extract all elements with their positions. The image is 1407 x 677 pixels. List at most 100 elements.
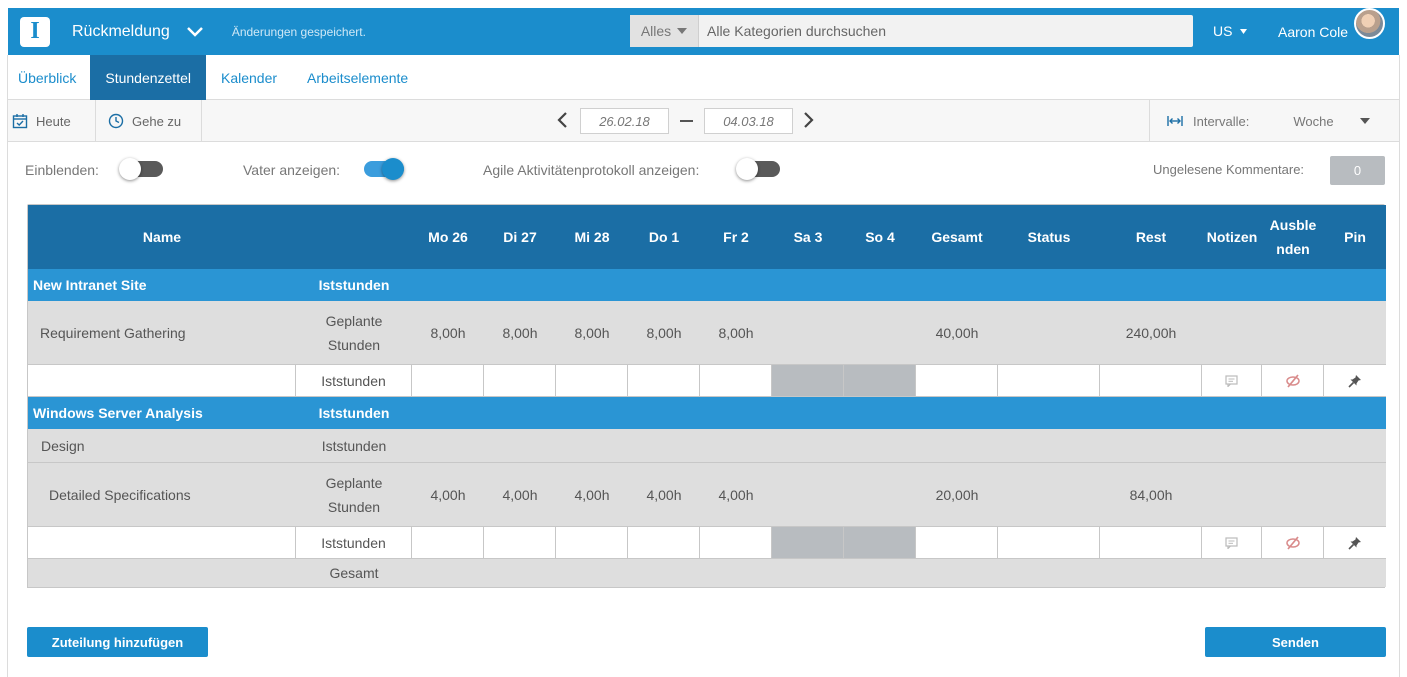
avatar[interactable] [1354,8,1385,39]
next-week-button[interactable] [801,110,815,135]
save-status: Änderungen gespeichert. [231,24,366,39]
actual-hours-row: Iststunden [28,527,1386,559]
interval-control[interactable]: Intervalle: Woche [1167,100,1370,142]
column-name[interactable]: Name [28,205,296,269]
task-name[interactable]: Requirement Gathering [40,301,186,364]
tab-timesheet[interactable]: Stundenzettel [90,55,206,100]
interval-icon [1167,116,1183,126]
date-from-field[interactable]: 26.02.18 [580,108,669,134]
hide-button[interactable] [1262,365,1324,396]
actual-total-cell [916,527,998,558]
parent-toggle[interactable] [360,158,404,180]
add-allocation-button[interactable]: Zuteilung hinzufügen [27,627,208,657]
actual-hours-spacer [28,527,296,558]
show-toggle[interactable] [119,158,163,180]
column-day: Do 1 [648,229,680,245]
actual-hours-input[interactable] [556,365,628,396]
app-logo[interactable]: I [20,16,50,47]
project-row[interactable]: Windows Server Analysis Iststunden [28,397,1386,429]
planned-hours: 8,00h [430,324,466,341]
actual-hours-input[interactable] [628,365,700,396]
planned-hours: 8,00h [718,324,754,341]
options-row: Einblenden: Vater anzeigen: Agile Aktivi… [8,142,1399,200]
hide-icon [1285,535,1300,550]
toolbar-divider [1149,100,1150,142]
search-box: Alles [630,15,1193,47]
pin-button[interactable] [1324,527,1386,558]
subgroup-name[interactable]: Design [41,429,85,462]
search-input[interactable] [699,15,1193,47]
planned-hours: 4,00h [502,486,538,503]
clock-icon [108,113,124,129]
planned-hours: 4,00h [718,486,754,503]
pin-button[interactable] [1324,365,1386,396]
comment-icon [1225,536,1238,549]
rest-cell [1100,365,1202,396]
column-day: Mo 26 [428,229,468,245]
row-type-label: Iststunden [318,405,390,421]
toolbar-divider [95,100,96,142]
planned-hours: 4,00h [430,486,466,503]
tab-calendar[interactable]: Kalender [206,55,292,100]
hide-icon [1285,373,1300,388]
planned-label-line2: Stunden [327,336,381,353]
search-scope-dropdown[interactable]: Alles [630,15,699,47]
main-tabs: Überblick Stundenzettel Kalender Arbeits… [8,55,1399,100]
app-switch-chevron-icon[interactable] [186,26,204,38]
planned-hours: 4,00h [574,486,610,503]
actual-hours-input[interactable] [556,527,628,558]
task-name[interactable]: Detailed Specifications [49,463,191,526]
weekend-cell [772,365,844,396]
actual-hours-row: Iststunden [28,365,1386,397]
interval-select[interactable]: Woche [1293,114,1333,129]
unread-comments-badge[interactable]: 0 [1330,156,1385,185]
language-selector[interactable]: US [1213,23,1248,39]
planned-hours: 8,00h [502,324,538,341]
goto-button[interactable]: Gehe zu [108,100,181,142]
project-row[interactable]: New Intranet Site Iststunden [28,269,1386,301]
column-hide-line2: nden [1276,241,1310,257]
actual-hours-input[interactable] [412,365,484,396]
language-label: US [1213,23,1233,39]
grid-total-label: Gesamt [329,565,379,581]
notes-button[interactable] [1202,365,1262,396]
notes-button[interactable] [1202,527,1262,558]
remaining-hours: 240,00h [1125,324,1177,341]
date-to-field[interactable]: 04.03.18 [704,108,793,134]
row-type-label: Iststunden [321,437,387,454]
hide-button[interactable] [1262,527,1324,558]
parent-label: Vater anzeigen: [243,162,341,178]
user-name[interactable]: Aaron Cole [1278,24,1348,40]
planned-hours: 8,00h [646,324,682,341]
agile-toggle[interactable] [736,158,780,180]
tab-work-items[interactable]: Arbeitselemente [292,55,423,100]
previous-week-button[interactable] [556,110,570,135]
row-type-label: Iststunden [318,277,390,293]
actual-hours-input[interactable] [484,527,556,558]
timesheet-toolbar: Heute Gehe zu 26.02.18 04.03.18 Interval… [8,100,1399,142]
actual-hours-input[interactable] [628,527,700,558]
column-notes: Notizen [1206,229,1258,245]
app-title[interactable]: Rückmeldung [72,23,170,41]
grid-total-row: Gesamt [28,559,1386,587]
actual-hours-input[interactable] [700,527,772,558]
logo-letter: I [30,18,40,44]
task-planned-row: Detailed Specifications Geplante Stunden… [28,463,1386,527]
project-name: Windows Server Analysis [33,405,203,421]
actual-hours-input[interactable] [700,365,772,396]
column-day: Mi 28 [574,229,610,245]
column-hide-line1: Ausble [1269,217,1317,233]
actual-hours-input[interactable] [484,365,556,396]
planned-hours: 4,00h [646,486,682,503]
planned-total: 20,00h [935,486,979,503]
column-day: Di 27 [503,229,537,245]
submit-button[interactable]: Senden [1205,627,1386,657]
tab-overview[interactable]: Überblick [8,55,90,100]
planned-total: 40,00h [935,324,979,341]
show-label: Einblenden: [25,162,99,178]
actual-hours-input[interactable] [412,527,484,558]
column-hide: Ausble nden [1262,205,1324,269]
today-button[interactable]: Heute [12,100,71,142]
column-status: Status [1027,229,1071,245]
interval-label: Intervalle: [1193,113,1250,129]
